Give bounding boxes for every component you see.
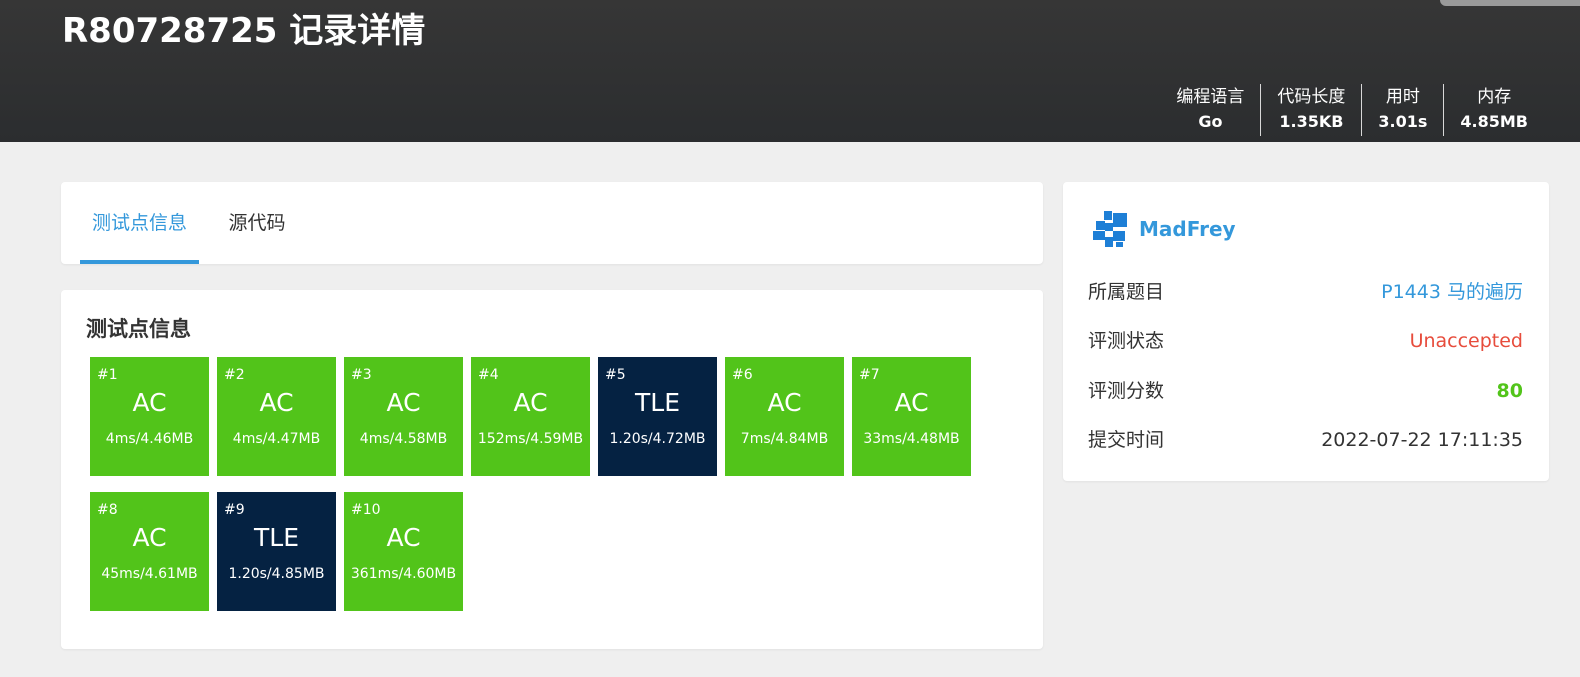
test-case-2[interactable]: #2 AC 4ms/4.47MB	[217, 357, 336, 476]
test-case-number: #7	[859, 367, 880, 383]
test-case-status: AC	[513, 388, 548, 417]
test-case-info: 4ms/4.46MB	[105, 431, 194, 447]
test-case-6[interactable]: #6 AC 7ms/4.84MB	[725, 357, 844, 476]
user-info[interactable]: MadFrey	[1093, 208, 1236, 250]
test-case-8[interactable]: #8 AC 45ms/4.61MB	[90, 492, 209, 611]
test-points-card: 测试点信息 #1 AC 4ms/4.46MB #2 AC 4ms/4.47MB …	[61, 290, 1043, 649]
row-status: 评测状态 Unaccepted	[1088, 326, 1523, 356]
test-case-status: AC	[259, 388, 294, 417]
test-case-number: #3	[351, 367, 372, 383]
tab-source-code[interactable]: 源代码	[221, 182, 293, 264]
stat-label: 编程语言	[1176, 87, 1245, 107]
row-label: 评测分数	[1088, 380, 1165, 402]
test-case-status: TLE	[635, 388, 680, 417]
page-header: R80728725 记录详情 编程语言 Go 代码长度 1.35KB 用时 3.…	[0, 0, 1580, 142]
row-label: 提交时间	[1088, 429, 1165, 451]
test-case-10[interactable]: #10 AC 361ms/4.60MB	[344, 492, 463, 611]
test-case-5[interactable]: #5 TLE 1.20s/4.72MB	[598, 357, 717, 476]
test-case-status: AC	[894, 388, 929, 417]
stat-code-length: 代码长度 1.35KB	[1260, 84, 1361, 136]
row-problem: 所属题目 P1443 马的遍历	[1088, 277, 1523, 307]
stat-value: Go	[1198, 112, 1223, 131]
row-label: 评测状态	[1088, 330, 1165, 352]
test-case-3[interactable]: #3 AC 4ms/4.58MB	[344, 357, 463, 476]
test-case-info: 4ms/4.58MB	[359, 431, 448, 447]
stat-memory: 内存 4.85MB	[1443, 84, 1544, 136]
row-label: 所属题目	[1088, 281, 1165, 303]
tab-test-points[interactable]: 测试点信息	[80, 182, 199, 264]
row-score: 评测分数 80	[1088, 376, 1523, 406]
record-info-card: MadFrey 所属题目 P1443 马的遍历 评测状态 Unaccepted …	[1063, 182, 1549, 481]
test-case-info: 4ms/4.47MB	[232, 431, 321, 447]
stat-label: 内存	[1477, 87, 1512, 107]
stat-value: 4.85MB	[1460, 112, 1528, 131]
score-value: 80	[1496, 380, 1523, 402]
record-stats: 编程语言 Go 代码长度 1.35KB 用时 3.01s 内存 4.85MB	[1160, 84, 1544, 136]
test-case-status: AC	[132, 523, 167, 552]
test-case-info: 45ms/4.61MB	[101, 566, 198, 582]
test-case-number: #2	[224, 367, 245, 383]
test-case-number: #5	[605, 367, 626, 383]
test-case-4[interactable]: #4 AC 152ms/4.59MB	[471, 357, 590, 476]
test-case-7[interactable]: #7 AC 33ms/4.48MB	[852, 357, 971, 476]
test-case-9[interactable]: #9 TLE 1.20s/4.85MB	[217, 492, 336, 611]
test-case-number: #4	[478, 367, 499, 383]
test-case-info: 152ms/4.59MB	[477, 431, 584, 447]
submit-time-value: 2022-07-22 17:11:35	[1321, 429, 1523, 451]
top-scroll-tab[interactable]	[1440, 0, 1580, 6]
stat-label: 代码长度	[1277, 87, 1346, 107]
test-case-number: #1	[97, 367, 118, 383]
test-case-number: #10	[351, 502, 381, 518]
test-case-number: #8	[97, 502, 118, 518]
test-case-number: #9	[224, 502, 245, 518]
status-value: Unaccepted	[1409, 330, 1523, 352]
row-submit-time: 提交时间 2022-07-22 17:11:35	[1088, 425, 1523, 455]
stat-value: 1.35KB	[1279, 112, 1344, 131]
username[interactable]: MadFrey	[1139, 217, 1236, 241]
test-case-info: 7ms/4.84MB	[740, 431, 829, 447]
stat-value: 3.01s	[1378, 112, 1428, 131]
test-case-status: AC	[767, 388, 802, 417]
test-case-status: AC	[132, 388, 167, 417]
test-points-title: 测试点信息	[86, 317, 191, 341]
stat-time: 用时 3.01s	[1361, 84, 1443, 136]
test-case-status: AC	[386, 523, 421, 552]
test-case-info: 1.20s/4.85MB	[228, 566, 325, 582]
stat-label: 用时	[1385, 87, 1420, 107]
test-case-info: 33ms/4.48MB	[863, 431, 960, 447]
test-case-1[interactable]: #1 AC 4ms/4.46MB	[90, 357, 209, 476]
problem-link[interactable]: P1443 马的遍历	[1381, 277, 1523, 307]
test-case-number: #6	[732, 367, 753, 383]
page-title: R80728725 记录详情	[62, 11, 426, 51]
test-case-status: TLE	[254, 523, 299, 552]
pixel-avatar-icon[interactable]	[1093, 211, 1129, 247]
test-case-status: AC	[386, 388, 421, 417]
test-case-info: 1.20s/4.72MB	[609, 431, 706, 447]
tabs-card: 测试点信息 源代码	[61, 182, 1043, 264]
test-case-info: 361ms/4.60MB	[350, 566, 457, 582]
stat-language: 编程语言 Go	[1160, 84, 1260, 136]
